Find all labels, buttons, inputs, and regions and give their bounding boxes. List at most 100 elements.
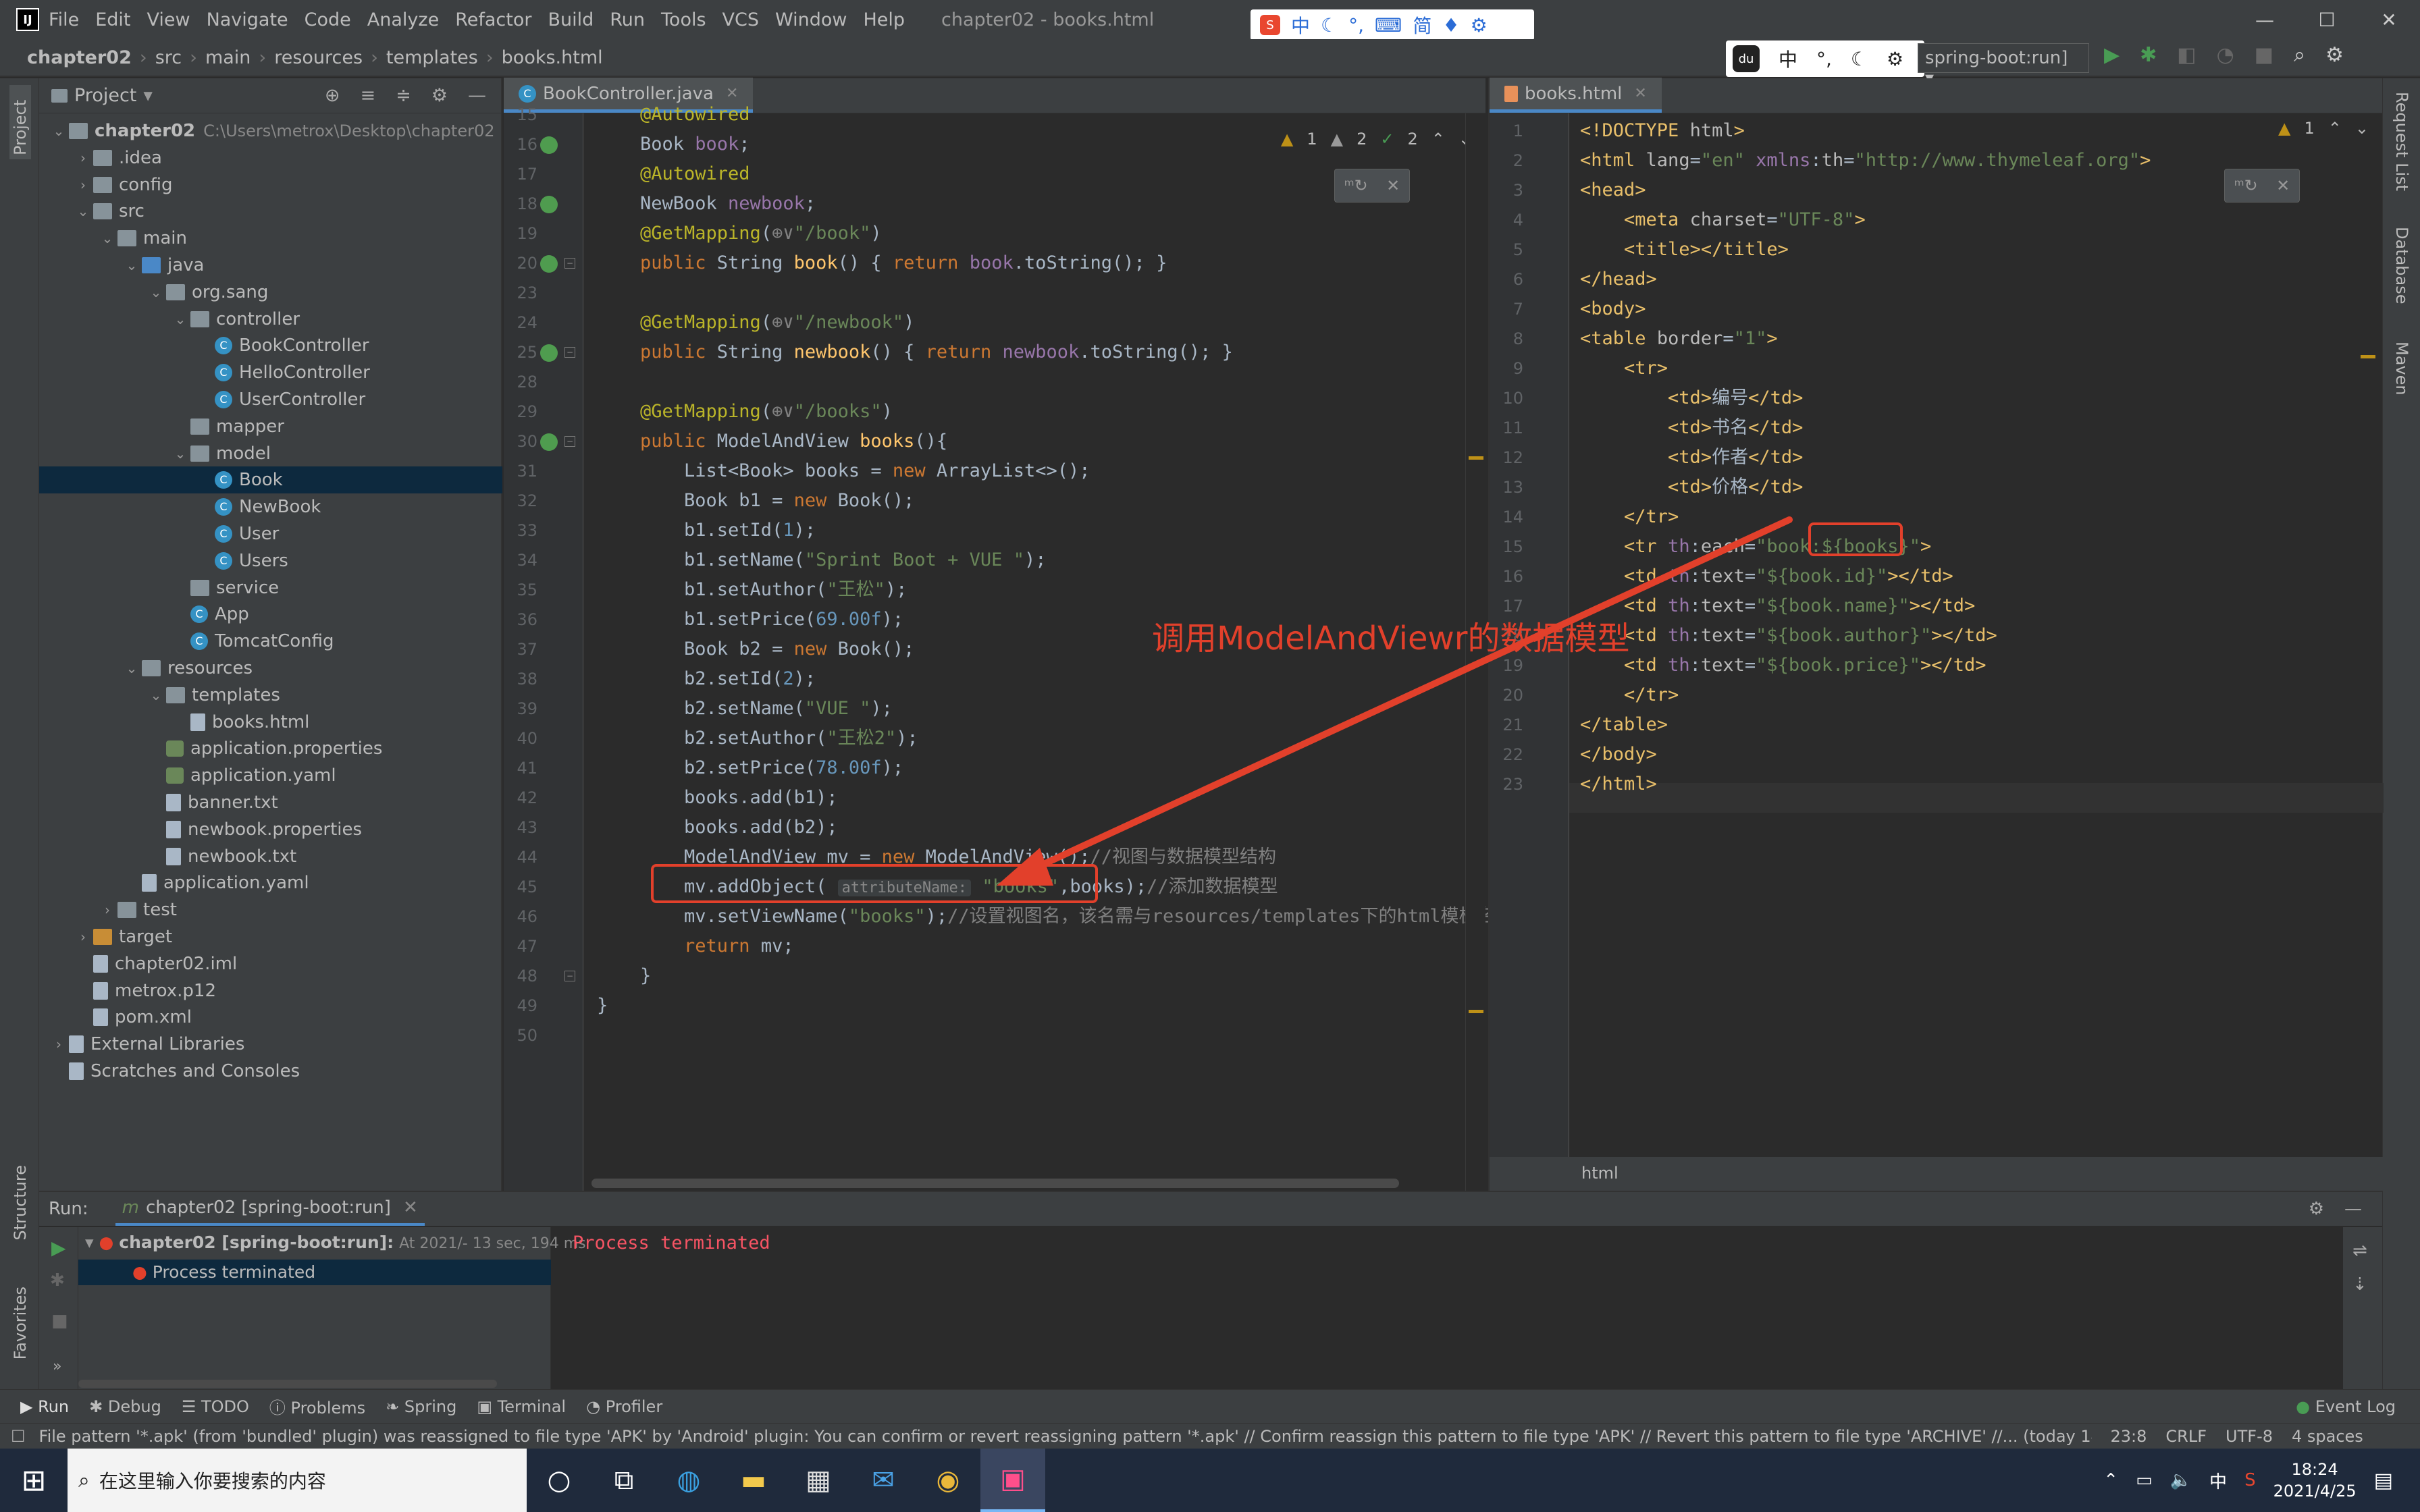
- code-line[interactable]: b1.setId(1);: [640, 516, 816, 545]
- maven-reload-popup[interactable]: ᵐ↻ ✕: [2224, 169, 2300, 202]
- chevron-down-icon[interactable]: ⌄: [122, 660, 142, 676]
- run-config-tab[interactable]: m chapter02 [spring-boot:run] ✕: [115, 1192, 425, 1226]
- warning-marker[interactable]: [2361, 355, 2375, 358]
- run-config-select[interactable]: spring-boot:run] ▾: [1918, 43, 2089, 88]
- menu-tools[interactable]: Tools: [661, 9, 706, 30]
- code-line[interactable]: <!DOCTYPE html>: [1580, 116, 1745, 146]
- menu-window[interactable]: Window: [775, 9, 847, 30]
- fold-icon[interactable]: −: [564, 347, 575, 358]
- code-line[interactable]: <table border="1">: [1580, 324, 1778, 354]
- code-line[interactable]: books.add(b1);: [640, 783, 838, 813]
- chevron-down-icon[interactable]: ▾: [85, 1233, 94, 1252]
- tree-item[interactable]: pom.xml: [39, 1004, 192, 1031]
- tool-debug[interactable]: ✱ Debug: [89, 1397, 161, 1416]
- project-view-select[interactable]: Project: [74, 85, 136, 106]
- crumb-templates[interactable]: templates: [386, 47, 478, 68]
- ime-toolbar[interactable]: S 中 ☾ °, ⌨ 简 ♦ ⚙: [1251, 9, 1534, 40]
- skin-icon[interactable]: ♦: [1442, 14, 1459, 36]
- close-icon[interactable]: ✕: [2276, 176, 2290, 195]
- gear-icon[interactable]: ⚙: [1471, 14, 1488, 36]
- warning-marker[interactable]: [1469, 1010, 1483, 1013]
- tree-item[interactable]: › test: [39, 896, 177, 923]
- chevron-down-icon[interactable]: ⌄: [146, 284, 166, 300]
- tree-item[interactable]: › External Libraries: [39, 1031, 244, 1058]
- soft-wrap-icon[interactable]: ⇌: [2352, 1241, 2367, 1261]
- code-line[interactable]: <td th:text="${book.name}"></td>: [1580, 591, 1975, 621]
- spring-bean-icon[interactable]: [540, 196, 558, 213]
- code-line[interactable]: @Autowired: [640, 100, 750, 130]
- code-line[interactable]: books.add(b2);: [640, 813, 838, 842]
- notification-icon[interactable]: ▤: [2374, 1469, 2393, 1492]
- tree-item[interactable]: newbook.txt: [39, 843, 296, 870]
- line-separator[interactable]: CRLF: [2165, 1427, 2207, 1446]
- debug-icon[interactable]: ✱: [2140, 43, 2157, 67]
- tree-item[interactable]: C Users: [39, 547, 288, 574]
- tree-item[interactable]: C TomcatConfig: [39, 628, 334, 655]
- tree-item[interactable]: C BookController: [39, 332, 369, 359]
- tree-item[interactable]: C Book: [39, 466, 502, 494]
- request-list-tab[interactable]: Request List: [2392, 92, 2411, 191]
- chevron-right-icon[interactable]: ›: [73, 150, 93, 166]
- favorites-tool-tab[interactable]: Favorites: [11, 1287, 30, 1359]
- tree-item[interactable]: ⌄ templates: [39, 682, 280, 709]
- inspection-widget[interactable]: ▲1 ▲2 ✓2 ⌃ ⌄: [1281, 130, 1472, 148]
- network-icon[interactable]: ▭: [2136, 1470, 2153, 1490]
- code-line[interactable]: </tr>: [1580, 680, 1679, 710]
- run-icon[interactable]: ▶: [2104, 43, 2120, 67]
- structure-tool-tab[interactable]: Structure: [11, 1165, 30, 1241]
- tool-run[interactable]: ▶ Run: [20, 1397, 69, 1416]
- search-icon[interactable]: ⌕: [2294, 43, 2305, 67]
- code-line[interactable]: @GetMapping(⊕∨"/book"): [640, 219, 882, 248]
- chrome-icon[interactable]: ◉: [916, 1449, 980, 1512]
- code-line[interactable]: <td>书名</td>: [1580, 413, 1803, 443]
- fold-icon[interactable]: −: [564, 436, 575, 447]
- code-line[interactable]: public String book() { return book.toStr…: [640, 248, 1167, 278]
- code-line[interactable]: <html lang="en" xmlns:th="http://www.thy…: [1580, 146, 2151, 176]
- chevron-down-icon[interactable]: ⌄: [170, 311, 190, 327]
- moon-icon[interactable]: ☾: [1321, 14, 1338, 36]
- spring-bean-icon[interactable]: [540, 255, 558, 273]
- chevron-down-icon[interactable]: ⌄: [170, 446, 190, 462]
- code-line[interactable]: b2.setId(2);: [640, 664, 816, 694]
- scroll-to-end-icon[interactable]: ⇣: [2352, 1274, 2367, 1295]
- tree-item[interactable]: ⌄ chapter02 C:\Users\metrox\Desktop\chapte…: [39, 117, 495, 144]
- coverage-icon[interactable]: ◧: [2177, 43, 2196, 67]
- tool-todo[interactable]: ☰ TODO: [182, 1397, 249, 1416]
- minimize-icon[interactable]: —: [2234, 0, 2296, 39]
- editor-scrollbar-horizontal[interactable]: [591, 1179, 1399, 1188]
- ime-mode-label[interactable]: 中: [1779, 45, 1797, 72]
- close-icon[interactable]: ✕: [403, 1197, 418, 1218]
- fold-icon[interactable]: −: [564, 971, 575, 981]
- menu-analyze[interactable]: Analyze: [367, 9, 439, 30]
- code-line[interactable]: </tr>: [1580, 502, 1679, 532]
- expand-all-icon[interactable]: ≡: [361, 85, 376, 106]
- run-tree-root[interactable]: ▾ ● chapter02 [spring-boot:run]: At 2021…: [85, 1233, 586, 1252]
- maven-reload-icon[interactable]: ᵐ↻: [1344, 176, 1368, 195]
- rerun-icon[interactable]: ▶: [51, 1237, 66, 1259]
- punctuation-icon[interactable]: °,: [1816, 48, 1832, 70]
- tree-item[interactable]: C App: [39, 601, 249, 628]
- crumb-main[interactable]: main: [205, 47, 251, 68]
- tree-item[interactable]: application.yaml: [39, 762, 336, 789]
- code-line[interactable]: <head>: [1580, 176, 1646, 205]
- tree-item[interactable]: › .idea: [39, 144, 162, 171]
- fold-icon[interactable]: −: [564, 258, 575, 269]
- gear-icon[interactable]: ⚙: [1887, 48, 1903, 70]
- profile-icon[interactable]: ◔: [2217, 43, 2234, 67]
- punctuation-icon[interactable]: °,: [1348, 14, 1364, 36]
- code-line[interactable]: b1.setAuthor("王松");: [640, 575, 907, 605]
- crumb-file[interactable]: books.html: [502, 47, 603, 68]
- code-line[interactable]: return mv;: [640, 932, 794, 961]
- menu-navigate[interactable]: Navigate: [207, 9, 288, 30]
- code-line[interactable]: </html>: [1580, 770, 1657, 799]
- baidu-ime-toolbar[interactable]: du 中 °, ☾ ⚙: [1726, 40, 1924, 77]
- menu-file[interactable]: File: [49, 9, 79, 30]
- project-tool-tab[interactable]: Project: [9, 85, 31, 159]
- code-line[interactable]: <td th:text="${book.price}"></td>: [1580, 651, 1987, 680]
- tool-terminal[interactable]: ▣ Terminal: [477, 1397, 566, 1416]
- debug-rerun-icon[interactable]: ✱: [50, 1270, 65, 1291]
- tool-spring[interactable]: ❧ Spring: [386, 1397, 456, 1416]
- tree-item[interactable]: application.yaml: [39, 869, 309, 896]
- tree-item[interactable]: ⌄ controller: [39, 306, 300, 333]
- tree-item[interactable]: ⌄ org.sang: [39, 279, 269, 306]
